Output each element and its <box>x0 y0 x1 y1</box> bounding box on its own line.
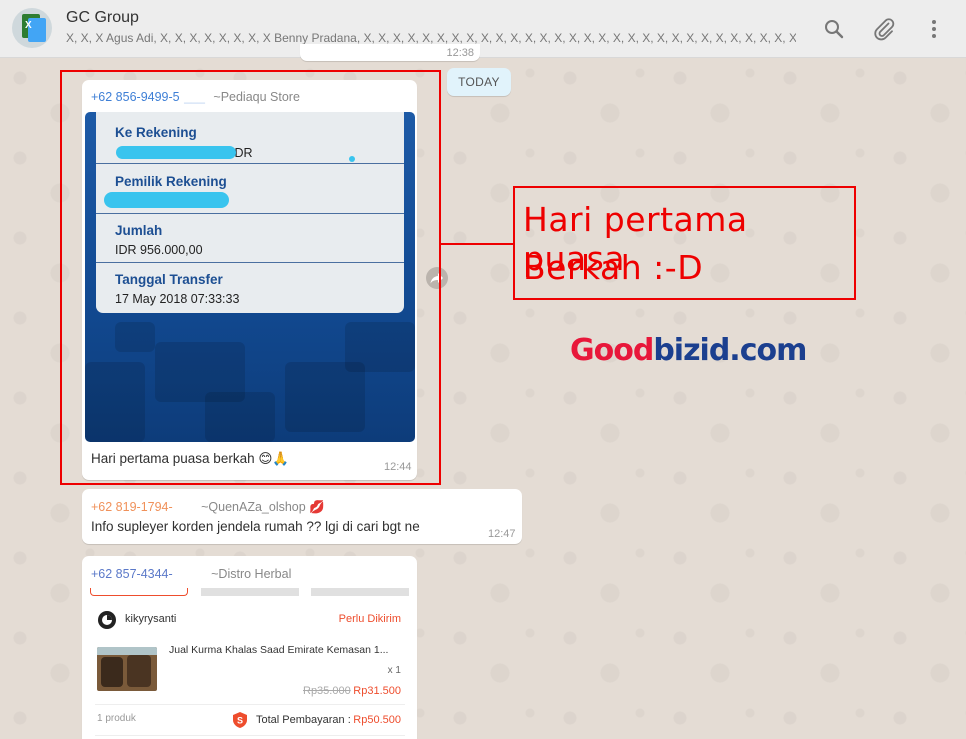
total-label: Total Pembayaran : <box>256 714 351 726</box>
total-amount: Rp50.500 <box>353 714 401 726</box>
date-divider: TODAY <box>447 68 511 96</box>
sender-name: ~QuenAZa_olshop 💋 <box>201 500 325 514</box>
search-icon[interactable] <box>822 17 846 41</box>
previous-message-bubble[interactable]: 12:38 <box>300 44 480 61</box>
sender-name: ~Distro Herbal <box>211 567 292 581</box>
annotation-line-2: Berkah :-D <box>523 248 704 287</box>
product-thumbnail <box>97 647 157 691</box>
highlight-connector <box>441 243 513 245</box>
paperclip-icon[interactable] <box>872 17 896 41</box>
group-avatar[interactable]: X <box>12 8 52 48</box>
order-screenshot-image[interactable]: kikyrysanti Perlu Dikirim Jual Kurma Kha… <box>85 588 415 739</box>
product-name: Jual Kurma Khalas Saad Emirate Kemasan 1… <box>169 644 389 656</box>
message-time: 12:47 <box>488 528 516 540</box>
message-text: Info supleyer korden jendela rumah ?? lg… <box>91 519 420 534</box>
group-participants: X, X, X Agus Adi, X, X, X, X, X, X, X, X… <box>66 31 796 45</box>
message-time: 12:38 <box>446 47 474 59</box>
group-title[interactable]: GC Group <box>66 9 139 27</box>
product-count: 1 produk <box>97 713 136 724</box>
brand-part-2: bizid.com <box>653 333 807 368</box>
product-price: Rp31.500 <box>353 685 401 697</box>
shop-username: kikyrysanti <box>125 613 177 625</box>
chat-header[interactable]: X GC Group X, X, X Agus Adi, X, X, X, X,… <box>0 0 966 58</box>
svg-text:S: S <box>237 716 243 726</box>
product-qty: x 1 <box>387 665 401 676</box>
order-status: Perlu Dikirim <box>338 613 401 625</box>
highlight-box <box>60 70 441 485</box>
brand-part-1: Good <box>570 333 654 368</box>
old-price: Rp35.000 <box>303 685 351 697</box>
sender-phone[interactable]: +62 857-4344- <box>91 567 173 581</box>
sender-phone[interactable]: +62 819-1794- <box>91 500 173 514</box>
menu-dots-icon[interactable] <box>922 17 946 41</box>
brand-watermark: Goodbizid.com <box>570 333 807 368</box>
shop-avatar-icon <box>98 611 116 629</box>
message-bubble[interactable]: +62 819-1794- ~QuenAZa_olshop 💋 Info sup… <box>82 489 522 544</box>
annotation-box: Hari pertama puasa Berkah :-D <box>513 186 856 300</box>
shield-icon: S <box>233 712 247 728</box>
